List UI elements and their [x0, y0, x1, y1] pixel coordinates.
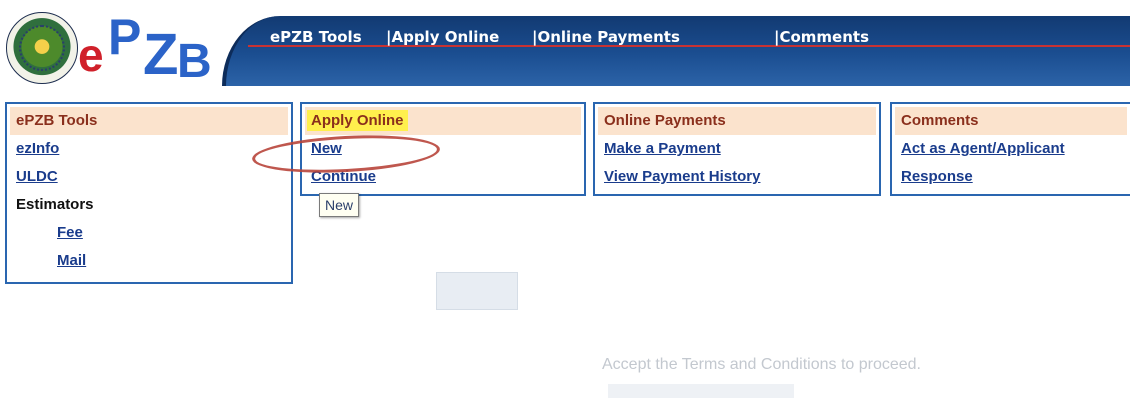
panel-title-comments: Comments — [895, 107, 1127, 135]
label-estimators: Estimators — [16, 196, 94, 213]
link-make-payment[interactable]: Make a Payment — [595, 135, 879, 163]
panel-title-apply-online-text: Apply Online — [307, 110, 408, 131]
panel-title-epzb-tools: ePZB Tools — [10, 107, 288, 135]
link-uldc[interactable]: ULDC — [7, 163, 291, 191]
link-ezinfo[interactable]: ezInfo — [7, 135, 291, 163]
logo-letter-e: e — [78, 29, 104, 81]
top-nav-bar — [222, 16, 1130, 86]
logo-letter-p: P — [108, 9, 142, 65]
link-act-as-agent[interactable]: Act as Agent/Applicant — [892, 135, 1130, 163]
panel-online-payments: Online Payments Make a Payment View Paym… — [593, 102, 881, 196]
panel-title-apply-online: Apply Online — [305, 107, 581, 135]
logo-letter-b: B — [177, 35, 212, 88]
logo-letter-z: Z — [143, 22, 179, 87]
tooltip-new: New — [319, 193, 360, 217]
faint-sub-line — [608, 384, 794, 398]
nav-epzb-tools[interactable]: ePZB Tools — [270, 28, 362, 46]
faint-background-box — [436, 272, 518, 310]
nav-divider-line — [248, 45, 1130, 47]
link-response[interactable]: Response — [892, 163, 1130, 191]
panel-epzb-tools: ePZB Tools ezInfo ULDC Estimators Fee Ma… — [5, 102, 293, 284]
link-mail-estimator[interactable]: Mail — [7, 247, 291, 275]
nav-apply-online[interactable]: |Apply Online — [386, 28, 499, 46]
link-fee-estimator[interactable]: Fee — [7, 219, 291, 247]
nav-comments[interactable]: |Comments — [774, 28, 869, 46]
header: e P Z B ePZB Tools |Apply Online |Online… — [0, 0, 1130, 90]
link-view-payment-history[interactable]: View Payment History — [595, 163, 879, 191]
link-new-application[interactable]: New — [302, 135, 584, 163]
panel-title-online-payments: Online Payments — [598, 107, 876, 135]
faint-terms-text: Accept the Terms and Conditions to proce… — [602, 356, 921, 373]
panel-comments: Comments Act as Agent/Applicant Response — [890, 102, 1130, 196]
link-continue-application[interactable]: Continue — [302, 163, 584, 191]
nav-online-payments[interactable]: |Online Payments — [532, 28, 680, 46]
panel-apply-online: Apply Online New Continue — [300, 102, 586, 196]
county-seal-logo — [6, 12, 78, 84]
